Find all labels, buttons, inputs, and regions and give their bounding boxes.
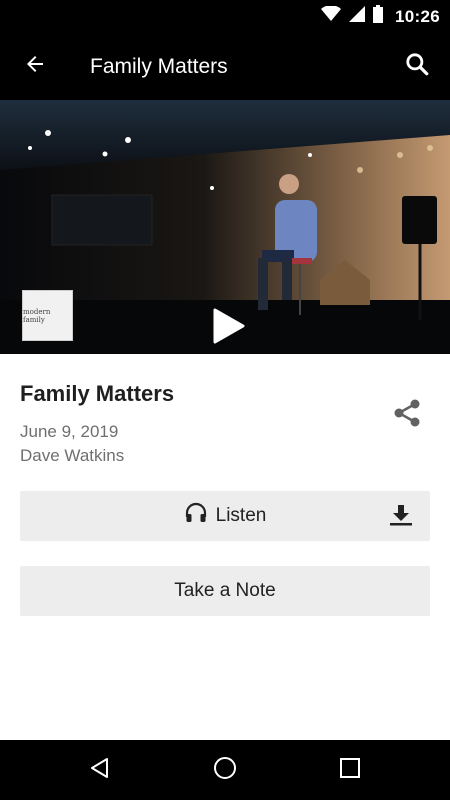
cell-signal-icon: [349, 6, 366, 27]
play-icon: [205, 308, 249, 352]
battery-icon: [373, 5, 384, 28]
share-button[interactable]: [388, 396, 426, 434]
headphones-icon: [184, 501, 208, 531]
nav-recents-button[interactable]: [330, 750, 370, 790]
share-icon: [391, 397, 423, 434]
take-a-note-button[interactable]: Take a Note: [20, 566, 430, 616]
app-bar: Family Matters: [0, 33, 450, 100]
sermon-title: Family Matters: [20, 381, 175, 406]
status-time: 10:26: [395, 6, 440, 26]
status-icons: 10:26: [321, 0, 440, 33]
system-nav-bar: [0, 740, 450, 800]
home-circle-icon: [213, 756, 237, 785]
series-thumbnail-text: modern family: [23, 307, 51, 324]
back-triangle-icon: [89, 757, 111, 784]
sermon-speaker: Dave Watkins: [20, 446, 125, 465]
nav-back-button[interactable]: [80, 750, 120, 790]
status-bar: 10:26: [0, 0, 450, 33]
nav-home-button[interactable]: [205, 750, 245, 790]
download-button[interactable]: [386, 503, 416, 531]
listen-button-content: Listen: [184, 501, 267, 531]
listen-label: Listen: [215, 505, 267, 526]
take-a-note-label: Take a Note: [174, 580, 276, 601]
download-icon: [388, 503, 414, 532]
recents-square-icon: [339, 757, 361, 784]
listen-button[interactable]: Listen: [20, 491, 430, 541]
search-button[interactable]: [396, 45, 438, 87]
search-icon: [404, 51, 430, 82]
page-title: Family Matters: [90, 55, 228, 78]
wifi-icon: [321, 5, 342, 27]
series-thumbnail: modern family: [22, 290, 73, 341]
back-button[interactable]: [14, 45, 56, 87]
sermon-date: June 9, 2019: [20, 422, 119, 441]
back-arrow-icon: [23, 52, 47, 81]
play-button[interactable]: [205, 304, 249, 348]
